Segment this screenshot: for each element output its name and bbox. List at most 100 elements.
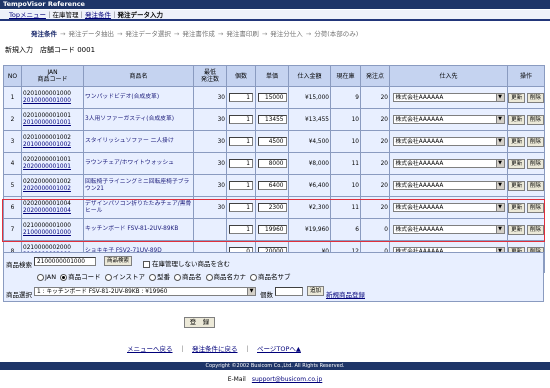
- order-cond-link[interactable]: 発注条件に戻る: [192, 345, 238, 353]
- col-point: 発注点: [360, 65, 390, 87]
- email-link[interactable]: support@busicom.co.jp: [252, 376, 322, 383]
- row-unit-input[interactable]: 4500: [257, 137, 287, 146]
- row-code-link[interactable]: 2020000001001: [23, 164, 71, 170]
- row-qty-input[interactable]: 1: [229, 115, 253, 124]
- row-qty-cell: 1: [226, 174, 256, 197]
- row-delete-button[interactable]: 削除: [526, 114, 544, 125]
- breadcrumb: Topメニュー｜在庫管理｜発注条件｜発注データ入力: [0, 10, 550, 21]
- page-top-link[interactable]: ページTOPへ▲: [257, 345, 301, 353]
- search-type-radio[interactable]: 商品名カナ: [205, 273, 247, 281]
- row-supplier-select[interactable]: 株式会社AAAAAA ▼: [392, 181, 505, 190]
- row-delete-button[interactable]: 削除: [526, 202, 544, 213]
- menu-link[interactable]: メニューへ戻る: [127, 345, 173, 353]
- row-jan: 0202000001002: [23, 178, 71, 185]
- row-total: ¥15,000: [288, 86, 331, 109]
- radio-label: 型番: [157, 273, 170, 281]
- row-supplier-select[interactable]: 株式会社AAAAAA ▼: [392, 159, 505, 168]
- product-search-form: 商品検索 2100000001000 商品検索 在庫管理しない商品を含む JAN…: [3, 252, 544, 302]
- row-delete-button[interactable]: 削除: [526, 92, 544, 103]
- row-supplier-value: 株式会社AAAAAA: [395, 227, 444, 233]
- row-qty-input[interactable]: 1: [229, 203, 253, 212]
- row-qty-input[interactable]: 1: [229, 137, 253, 146]
- row-product-name: ラウンチェア/ホワイトウォッシュ: [83, 152, 194, 175]
- row-delete-button[interactable]: 削除: [526, 224, 544, 235]
- row-qty-input[interactable]: 1: [229, 181, 253, 190]
- row-delete-button[interactable]: 削除: [526, 136, 544, 147]
- row-unit-input[interactable]: 2300: [257, 203, 287, 212]
- add-button[interactable]: 追加: [307, 286, 325, 296]
- row-qty-input[interactable]: 1: [229, 93, 253, 102]
- product-select[interactable]: 1 : キッチンボード FSV-81-2UV-89KB : ¥19960 ▼: [34, 287, 256, 296]
- row-jan-cell: 0202000001001 2020000001001: [21, 152, 84, 175]
- row-supplier-select[interactable]: 株式会社AAAAAA ▼: [392, 115, 505, 124]
- row-update-button[interactable]: 更新: [508, 202, 526, 213]
- row-unit-input[interactable]: 19960: [257, 225, 287, 234]
- row-update-button[interactable]: 更新: [508, 136, 526, 147]
- row-min-qty: 30: [193, 86, 227, 109]
- row-supplier-value: 株式会社AAAAAA: [395, 117, 444, 123]
- search-type-radio[interactable]: JAN: [37, 273, 56, 281]
- row-point: 20: [360, 174, 390, 197]
- search-input[interactable]: 2100000001000: [34, 257, 96, 266]
- row-qty-input[interactable]: 1: [229, 159, 253, 168]
- row-supplier-select[interactable]: 株式会社AAAAAA ▼: [392, 203, 505, 212]
- row-stock: 9: [330, 86, 361, 109]
- search-type-radio[interactable]: 商品名サブ: [250, 273, 291, 281]
- row-unit-input[interactable]: 8000: [257, 159, 287, 168]
- row-code-link[interactable]: 2020000001002: [23, 186, 71, 192]
- table-row: 1 0201000001000 2010000001000 ワンパッドビデオ(合成皮革…: [3, 86, 545, 109]
- new-product-link[interactable]: 新規商品登録: [326, 289, 365, 299]
- step-item: 発注データ抽出: [68, 30, 114, 38]
- search-type-radio[interactable]: 商品名: [174, 273, 202, 281]
- row-update-button[interactable]: 更新: [508, 114, 526, 125]
- row-ops-cell: 更新 削除: [507, 108, 545, 131]
- radio-label: 商品名カナ: [213, 273, 247, 281]
- row-ops-cell: 更新 削除: [507, 152, 545, 175]
- row-update-button[interactable]: 更新: [508, 180, 526, 191]
- row-code-link[interactable]: 2010000001000: [23, 98, 71, 104]
- row-jan: 0210000002000: [23, 244, 71, 251]
- register-button[interactable]: 登 録: [184, 317, 215, 328]
- qty-input[interactable]: [275, 287, 303, 296]
- search-button[interactable]: 商品検索: [104, 256, 133, 266]
- row-stock: 10: [330, 174, 361, 197]
- row-unit-cell: 4500: [255, 130, 289, 153]
- row-supplier-select[interactable]: 株式会社AAAAAA ▼: [392, 137, 505, 146]
- row-supplier-select[interactable]: 株式会社AAAAAA ▼: [392, 93, 505, 102]
- row-jan: 0201000001001: [23, 112, 71, 119]
- row-unit-cell: 13455: [255, 108, 289, 131]
- chevron-down-icon: ▼: [495, 204, 504, 211]
- row-unit-input[interactable]: 13455: [257, 115, 287, 124]
- row-code-link[interactable]: 2010000001001: [23, 120, 71, 126]
- breadcrumb-order-cond-link[interactable]: 発注条件: [85, 11, 111, 19]
- search-type-radio[interactable]: インストア: [104, 273, 145, 281]
- row-qty-input[interactable]: 1: [229, 225, 253, 234]
- breadcrumb-top-link[interactable]: Topメニュー: [9, 11, 46, 19]
- radio-dot: [37, 273, 44, 281]
- row-supplier-select[interactable]: 株式会社AAAAAA ▼: [392, 225, 505, 234]
- search-type-radio[interactable]: 商品コード: [60, 273, 101, 281]
- row-stock: 6: [330, 218, 361, 241]
- radio-label: インストア: [112, 273, 145, 281]
- search-type-radio[interactable]: 型番: [149, 273, 170, 281]
- chevron-down-icon: ▼: [495, 182, 504, 189]
- step-item: 発注書作成: [182, 30, 215, 38]
- row-unit-cell: 8000: [255, 152, 289, 175]
- row-unit-input[interactable]: 6400: [257, 181, 287, 190]
- row-code-link[interactable]: 2010000001002: [23, 142, 71, 148]
- row-update-button[interactable]: 更新: [508, 158, 526, 169]
- row-delete-button[interactable]: 削除: [526, 158, 544, 169]
- col-min-line2: 発注数: [200, 76, 219, 83]
- row-update-button[interactable]: 更新: [508, 92, 526, 103]
- row-supplier-value: 株式会社AAAAAA: [395, 183, 444, 189]
- row-update-button[interactable]: 更新: [508, 224, 526, 235]
- row-code-link[interactable]: 2100000001000: [23, 230, 71, 236]
- row-code-link[interactable]: 2020000001004: [23, 208, 71, 214]
- include-unmanaged-checkbox[interactable]: 在庫管理しない商品を含む: [143, 258, 230, 268]
- row-delete-button[interactable]: 削除: [526, 180, 544, 191]
- row-qty-cell: 1: [226, 130, 256, 153]
- email-line: E-Mail support@busicom.co.jp: [0, 374, 550, 383]
- row-stock: 11: [330, 152, 361, 175]
- step-arrow: →: [60, 30, 66, 38]
- row-unit-input[interactable]: 15000: [257, 93, 287, 102]
